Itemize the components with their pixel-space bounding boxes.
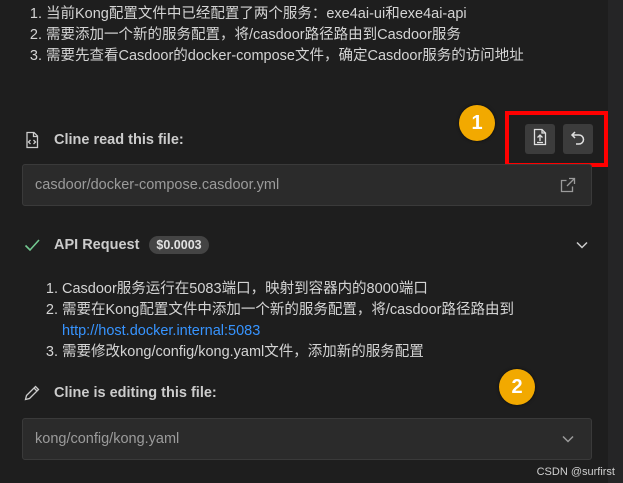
edit-file-path[interactable]: kong/config/kong.yaml <box>35 431 179 447</box>
annotation-badge-2: 2 <box>499 369 535 405</box>
annotation-highlight-box <box>505 111 608 167</box>
link-external-icon[interactable] <box>559 176 577 194</box>
list-item: 需要在Kong配置文件中添加一个新的服务配置，将/casdoor路径路由到 ht… <box>62 300 602 342</box>
watermark: CSDN @surfirst <box>536 466 615 478</box>
chevron-down-icon[interactable] <box>559 430 577 448</box>
read-file-title: Cline read this file: <box>54 132 184 148</box>
read-file-header: Cline read this file: <box>22 128 184 152</box>
task-list-middle: Casdoor服务运行在5083端口，映射到容器内的8000端口 需要在Kong… <box>22 279 602 363</box>
edit-file-title: Cline is editing this file: <box>54 385 217 401</box>
list-item: 需要先查看Casdoor的docker-compose文件，确定Casdoor服… <box>46 46 586 67</box>
list-item: 需要添加一个新的服务配置，将/casdoor路径路由到Casdoor服务 <box>46 25 586 46</box>
task-list-top: 当前Kong配置文件中已经配置了两个服务：exe4ai-ui和exe4ai-ap… <box>6 4 586 67</box>
host-link[interactable]: http://host.docker.internal:5083 <box>62 323 260 339</box>
api-request-header[interactable]: API Request $0.0003 <box>22 233 209 257</box>
list-item-text: 需要在Kong配置文件中添加一个新的服务配置，将/casdoor路径路由到 <box>62 302 514 318</box>
cost-badge: $0.0003 <box>149 236 209 254</box>
api-request-title: API Request <box>54 237 140 253</box>
annotation-badge-1: 1 <box>459 105 495 141</box>
pencil-icon <box>22 383 42 403</box>
read-file-path[interactable]: casdoor/docker-compose.casdoor.yml <box>35 177 279 193</box>
list-item: 需要修改kong/config/kong.yaml文件，添加新的服务配置 <box>62 342 602 363</box>
check-icon <box>22 235 42 255</box>
list-item: Casdoor服务运行在5083端口，映射到容器内的8000端口 <box>62 279 602 300</box>
list-item: 当前Kong配置文件中已经配置了两个服务：exe4ai-ui和exe4ai-ap… <box>46 4 586 25</box>
edit-file-path-box[interactable]: kong/config/kong.yaml <box>22 418 592 460</box>
read-file-path-box[interactable]: casdoor/docker-compose.casdoor.yml <box>22 164 592 206</box>
edit-file-header: Cline is editing this file: <box>22 381 217 405</box>
file-code-icon <box>22 130 42 150</box>
scrollbar[interactable] <box>608 0 623 483</box>
chevron-down-icon[interactable] <box>574 237 590 253</box>
